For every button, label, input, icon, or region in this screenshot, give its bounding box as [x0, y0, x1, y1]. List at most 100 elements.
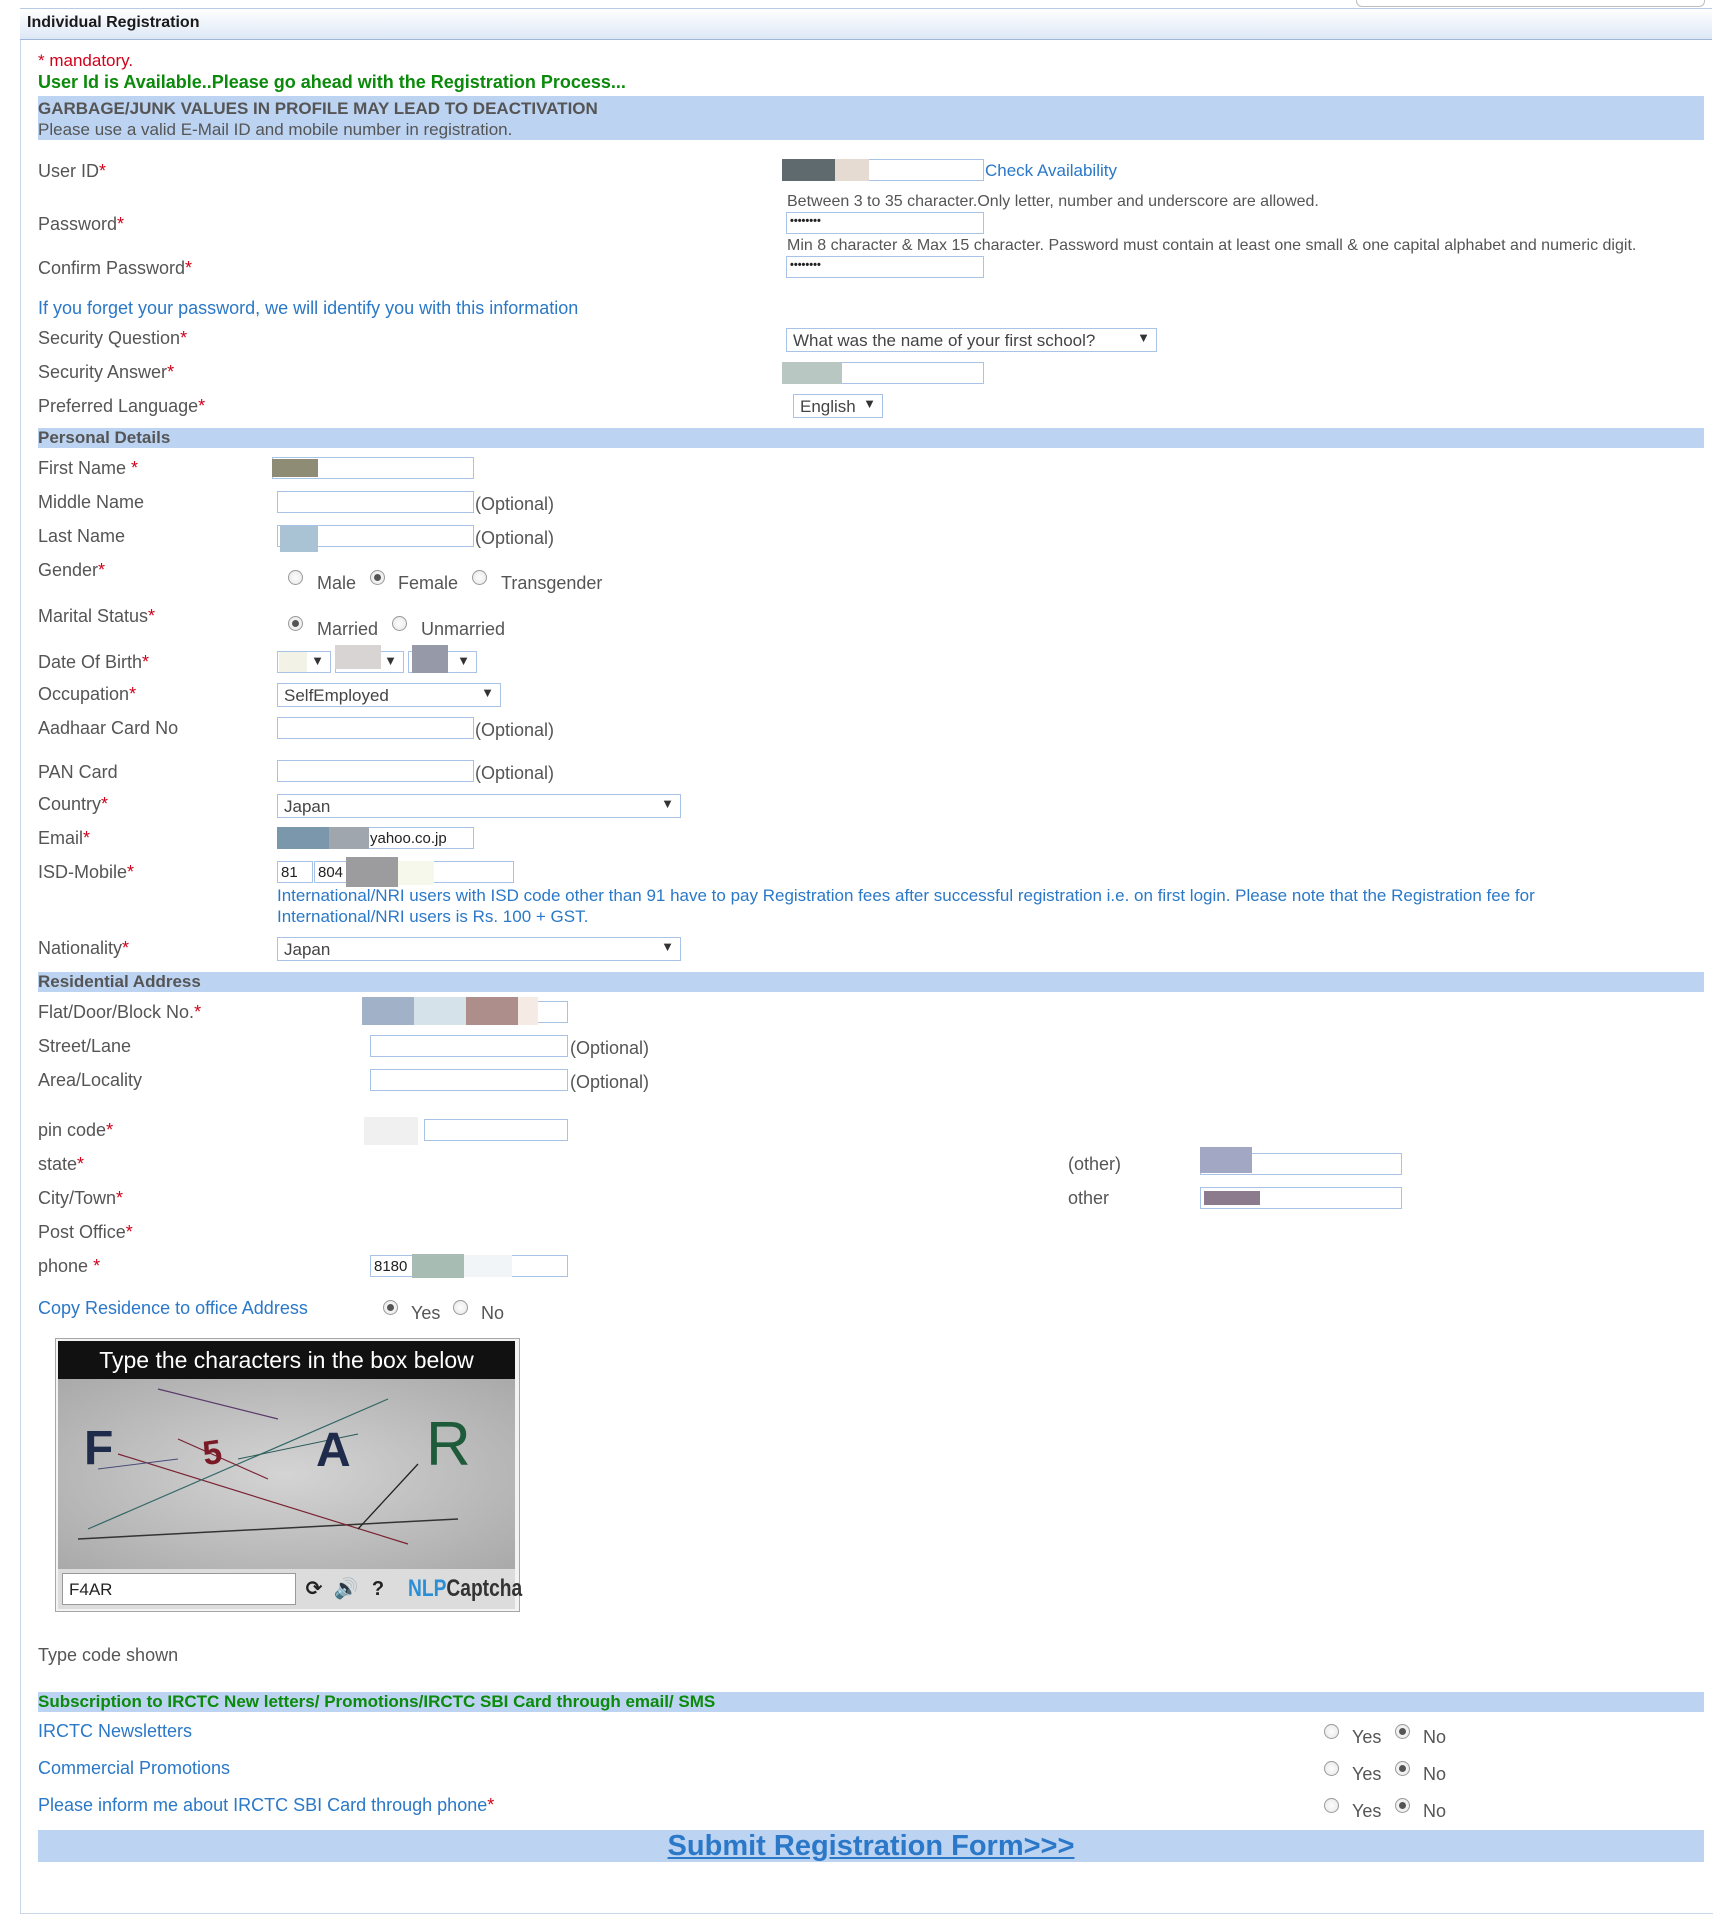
state-label: state* — [38, 1154, 85, 1174]
submit-registration-link[interactable]: Submit Registration Form>>> — [38, 1830, 1704, 1862]
check-availability-link[interactable]: Check Availability — [985, 161, 1117, 181]
middle-name-input[interactable] — [277, 491, 474, 513]
isd-code-input[interactable]: 81 — [277, 861, 313, 883]
refresh-icon[interactable]: ⟳ — [300, 1575, 328, 1603]
audio-icon[interactable]: 🔊 — [332, 1575, 360, 1603]
captcha-char: F — [84, 1422, 114, 1475]
form-frame — [20, 8, 1713, 1914]
marital-married-label: Married — [317, 619, 379, 639]
country-select[interactable]: Japan ▼ — [277, 794, 681, 818]
promotions-yes-label: Yes — [1352, 1764, 1382, 1784]
captcha-footer: F4AR ⟳ 🔊 ? NLPCaptcha — [58, 1569, 522, 1609]
password-label: Password* — [38, 214, 125, 234]
middle-name-optional: (Optional) — [475, 494, 555, 514]
captcha-image: F 5 A R — [58, 1379, 515, 1569]
warning-title: GARBAGE/JUNK VALUES IN PROFILE MAY LEAD … — [38, 99, 598, 118]
security-answer-label: Security Answer* — [38, 362, 175, 382]
gender-transgender-radio[interactable] — [472, 570, 487, 585]
chevron-down-icon: ▼ — [384, 653, 397, 668]
pan-optional: (Optional) — [475, 763, 555, 783]
area-input[interactable] — [370, 1069, 568, 1091]
copy-address-label: Copy Residence to office Address — [38, 1298, 308, 1318]
security-question-select[interactable]: What was the name of your first school? ▼ — [786, 328, 1157, 352]
password-hint: Min 8 character & Max 15 character. Pass… — [787, 237, 1637, 254]
first-name-label: First Name * — [38, 458, 139, 478]
personal-details-heading: Personal Details — [38, 428, 171, 447]
pan-input[interactable] — [277, 760, 474, 782]
newsletters-no-label: No — [1423, 1727, 1447, 1747]
first-name-redacted — [272, 459, 318, 477]
sbi-card-yes-label: Yes — [1352, 1801, 1382, 1821]
copy-address-yes-label: Yes — [411, 1303, 441, 1323]
sbi-card-label: Please inform me about IRCTC SBI Card th… — [38, 1795, 495, 1815]
gender-female-radio[interactable] — [370, 570, 385, 585]
mobile-redacted — [346, 857, 398, 887]
language-select[interactable]: English ▼ — [793, 394, 883, 418]
chevron-down-icon: ▼ — [863, 396, 876, 411]
promotions-yes-radio[interactable] — [1324, 1761, 1339, 1776]
country-label: Country* — [38, 794, 109, 814]
copy-address-no-radio[interactable] — [453, 1300, 468, 1315]
residential-address-band — [38, 972, 1704, 992]
dob-year-redacted — [412, 645, 448, 673]
help-icon[interactable]: ? — [364, 1575, 392, 1603]
promotions-label: Commercial Promotions — [38, 1758, 231, 1778]
occupation-label: Occupation* — [38, 684, 137, 704]
flat-redacted — [518, 997, 538, 1025]
newsletters-no-radio[interactable] — [1395, 1724, 1410, 1739]
password-input[interactable]: •••••••• — [786, 212, 984, 234]
middle-name-label: Middle Name — [38, 492, 145, 512]
sbi-card-no-radio[interactable] — [1395, 1798, 1410, 1813]
aadhaar-input[interactable] — [277, 717, 474, 739]
area-optional: (Optional) — [570, 1072, 650, 1092]
newsletters-yes-radio[interactable] — [1324, 1724, 1339, 1739]
occupation-select[interactable]: SelfEmployed ▼ — [277, 683, 501, 707]
dob-label: Date Of Birth* — [38, 652, 150, 672]
user-id-redacted — [782, 159, 835, 181]
last-name-optional: (Optional) — [475, 528, 555, 548]
pin-code-input[interactable] — [424, 1119, 568, 1141]
pin-code-label: pin code* — [38, 1120, 114, 1140]
city-other-label: other — [1068, 1188, 1110, 1208]
newsletters-label: IRCTC Newsletters — [38, 1721, 193, 1741]
pin-code-redacted — [364, 1117, 418, 1145]
captcha-input[interactable]: F4AR — [62, 1573, 296, 1605]
forget-info-text: If you forget your password, we will ide… — [38, 298, 579, 318]
flat-redacted — [414, 997, 466, 1025]
chevron-down-icon: ▼ — [481, 685, 494, 700]
sbi-card-no-label: No — [1423, 1801, 1447, 1821]
pan-label: PAN Card — [38, 762, 118, 782]
area-label: Area/Locality — [38, 1070, 143, 1090]
newsletters-yes-label: Yes — [1352, 1727, 1382, 1747]
header-bar — [20, 8, 1712, 40]
chevron-down-icon: ▼ — [1137, 330, 1150, 345]
isd-note-line1: International/NRI users with ISD code ot… — [277, 886, 1535, 905]
aadhaar-label: Aadhaar Card No — [38, 718, 179, 738]
nlp-captcha-logo: NLPCaptcha — [408, 1575, 523, 1602]
copy-address-no-label: No — [481, 1303, 505, 1323]
nationality-select[interactable]: Japan ▼ — [277, 937, 681, 961]
email-redacted — [277, 827, 329, 849]
street-input[interactable] — [370, 1035, 568, 1057]
flat-redacted — [362, 997, 414, 1025]
state-other-label: (other) — [1068, 1154, 1122, 1174]
marital-married-radio[interactable] — [288, 616, 303, 631]
gender-male-radio[interactable] — [288, 570, 303, 585]
promotions-no-radio[interactable] — [1395, 1761, 1410, 1776]
phone-redacted — [412, 1254, 464, 1278]
nationality-label: Nationality* — [38, 938, 130, 958]
phone-redacted — [464, 1255, 512, 1277]
city-other-redacted — [1204, 1191, 1260, 1205]
mobile-redacted — [398, 861, 434, 885]
language-label: Preferred Language* — [38, 396, 206, 416]
copy-address-yes-radio[interactable] — [383, 1300, 398, 1315]
last-name-redacted — [280, 526, 318, 552]
security-question-label: Security Question* — [38, 328, 188, 348]
marital-status-label: Marital Status* — [38, 606, 156, 626]
sbi-card-yes-radio[interactable] — [1324, 1798, 1339, 1813]
marital-unmarried-radio[interactable] — [392, 616, 407, 631]
city-label: City/Town* — [38, 1188, 124, 1208]
confirm-password-input[interactable]: •••••••• — [786, 256, 984, 278]
captcha-char: R — [426, 1410, 471, 1479]
warning-subtitle: Please use a valid E-Mail ID and mobile … — [38, 120, 513, 139]
